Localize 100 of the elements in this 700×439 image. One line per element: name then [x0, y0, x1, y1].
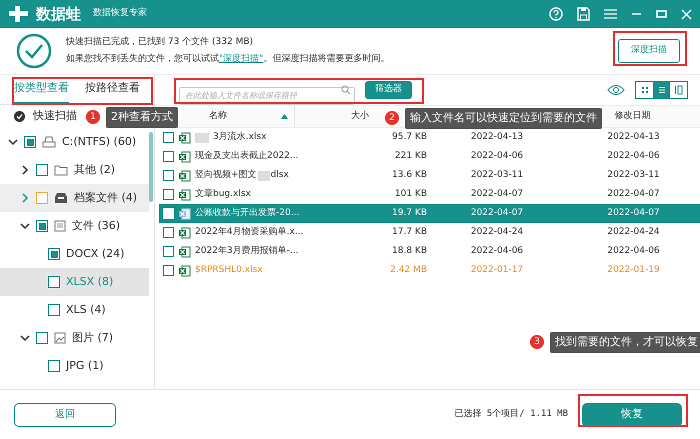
scan-type-label: 快速扫描 — [33, 108, 77, 124]
file-size: 221 KB — [394, 150, 427, 163]
close-icon[interactable] — [681, 8, 692, 20]
file-name[interactable]: 文章bug.xlsx — [195, 188, 251, 202]
cross-logo-icon — [8, 5, 30, 23]
spreadsheet-file-icon — [178, 188, 191, 200]
step-number-badge: 3 — [530, 335, 544, 350]
checkbox[interactable] — [163, 246, 174, 257]
list-view-icon[interactable] — [653, 82, 670, 98]
file-name[interactable]: 公账收款与开出发票-20... — [195, 206, 300, 220]
file-date: 2022-03-11 — [470, 168, 524, 182]
file-row[interactable]: 文章bug.xlsx 101 KB 2022-04-07 2022-04-07 — [159, 185, 700, 204]
check-circle-icon — [14, 111, 25, 122]
chevron-down-icon[interactable] — [8, 137, 18, 147]
modified-date: 2022-04-24 — [606, 226, 661, 239]
file-name-end: dlsx — [270, 168, 289, 182]
maximize-icon[interactable] — [656, 9, 667, 19]
step-number-badge: 1 — [86, 110, 100, 124]
chevron-down-icon[interactable] — [20, 221, 30, 231]
checkbox[interactable] — [36, 332, 48, 344]
back-button[interactable]: 返回 — [14, 402, 116, 426]
modified-date: 2022-01-19 — [606, 264, 661, 277]
tree-item[interactable]: DOCX (24) — [66, 246, 124, 262]
file-date: 2022-04-06 — [470, 244, 524, 258]
tree-item[interactable]: 档案文件 (4) — [74, 190, 138, 206]
column-header[interactable]: 名称 — [209, 110, 227, 124]
tree-row[interactable]: 图片 (7) — [0, 324, 149, 352]
file-size: 13.6 KB — [391, 168, 427, 182]
checkbox[interactable] — [48, 360, 60, 372]
checkbox[interactable] — [163, 132, 174, 143]
file-row[interactable]: 2022年3月费用报销单-... 18.8 KB 2022-04-06 2022-04-06 — [159, 242, 700, 261]
checkbox[interactable] — [48, 276, 60, 288]
file-row[interactable]: 2022年4月物资采购单.x... 17.7 KB 2022-04-24 2022-04-24 — [159, 223, 700, 242]
deep-scan-button[interactable]: 深度扫描 — [618, 39, 680, 63]
tree-row[interactable]: DOCX (24) — [0, 240, 149, 268]
chevron-right-icon[interactable] — [20, 165, 30, 175]
file-name[interactable]: 2022年4月物资采购单.x... — [195, 226, 304, 240]
file-date: 2022-04-13 — [470, 130, 524, 144]
modified-date: 2022-04-06 — [606, 244, 661, 258]
checkbox[interactable] — [36, 220, 48, 232]
app-subtitle: 数据恢复专家 — [93, 7, 147, 20]
tree-item[interactable]: 图片 (7) — [72, 330, 114, 346]
redaction-blur — [195, 132, 209, 142]
scrollbar[interactable] — [149, 132, 153, 202]
save-icon[interactable] — [577, 7, 590, 21]
tree-row[interactable]: 其他 (2) — [0, 156, 149, 184]
file-size: 101 KB — [394, 188, 427, 201]
file-name[interactable]: 3月流水.xlsx — [213, 130, 266, 144]
file-row[interactable]: 公账收款与开出发票-20... 19.7 KB 2022-04-07 2022-04-07 — [159, 204, 700, 223]
search-icon — [341, 85, 351, 95]
tree-item[interactable]: 文件 (36) — [72, 218, 120, 234]
selection-summary: 已选择 5个项目/ 1.11 MB — [454, 408, 568, 421]
tree-item[interactable]: XLS (4) — [66, 302, 106, 318]
redaction-blur — [258, 170, 270, 180]
tooltip: 输入文件名可以快速定位到需要的文件 — [405, 108, 602, 128]
scan-hint-text: 如果您找不到丢失的文件，您可以试试"深度扫描"。但深度扫描将需要更多时间。 — [66, 52, 390, 66]
checkbox[interactable] — [163, 227, 174, 238]
tree-item[interactable]: JPG (1) — [66, 358, 104, 374]
modified-date: 2022-04-07 — [606, 188, 661, 201]
tree-row[interactable]: 文件 (36) — [0, 212, 149, 240]
tree-item[interactable]: C:(NTFS) (60) — [62, 134, 136, 150]
file-row[interactable]: 现金及支出表截止2022... 221 KB 2022-04-06 2022-04-06 — [159, 147, 700, 166]
file-size: 19.7 KB — [391, 206, 427, 220]
file-name[interactable]: 竖向视频+图文 — [195, 168, 257, 182]
eye-icon[interactable] — [607, 84, 625, 96]
sort-up-icon[interactable] — [281, 114, 288, 119]
file-date: 2022-01-17 — [470, 264, 524, 277]
check-circle-icon — [16, 33, 52, 69]
tree-item[interactable]: 其他 (2) — [74, 162, 116, 178]
checkbox[interactable] — [163, 189, 174, 200]
chevron-down-icon[interactable] — [20, 333, 30, 343]
checkbox[interactable] — [163, 170, 174, 181]
checkbox[interactable] — [48, 248, 60, 260]
spreadsheet-file-icon — [178, 170, 191, 182]
file-row[interactable]: 竖向视频+图文 dlsx 13.6 KB 2022-03-11 2022-03-11 — [159, 166, 700, 185]
checkbox[interactable] — [163, 151, 174, 162]
checkbox[interactable] — [24, 136, 36, 148]
view-tab[interactable]: 按类型查看 — [14, 75, 69, 104]
search-field[interactable]: 在此处输入文件名称或保存路径 — [179, 86, 355, 104]
spreadsheet-file-icon — [178, 132, 191, 144]
app-name: 数据蛙 — [36, 4, 81, 25]
view-tab[interactable]: 按路径查看 — [85, 75, 140, 104]
spreadsheet-file-icon — [178, 264, 191, 276]
checkbox[interactable] — [36, 164, 48, 176]
filter-button[interactable]: 筛选器 — [365, 81, 412, 99]
checkbox[interactable] — [48, 304, 60, 316]
file-row[interactable]: 3月流水.xlsx 95.7 KB 2022-04-13 2022-04-13 — [159, 128, 700, 147]
deep-scan-link[interactable]: "深度扫描" — [219, 54, 264, 64]
file-date: 2022-04-07 — [470, 188, 524, 201]
checkbox[interactable] — [163, 265, 174, 276]
file-name[interactable]: 2022年3月费用报销单-... — [195, 244, 298, 258]
tree-row[interactable]: XLS (4) — [0, 296, 149, 324]
checkbox[interactable] — [36, 192, 48, 204]
image-icon — [54, 332, 66, 344]
recover-button[interactable]: 恢复 — [582, 402, 682, 426]
help-icon[interactable] — [549, 7, 563, 21]
tree-row[interactable]: 档案文件 (4) — [0, 184, 149, 212]
menu-icon[interactable] — [604, 8, 617, 20]
file-name[interactable]: 现金及支出表截止2022... — [195, 150, 298, 164]
tree-row[interactable]: JPG (1) — [0, 352, 149, 380]
